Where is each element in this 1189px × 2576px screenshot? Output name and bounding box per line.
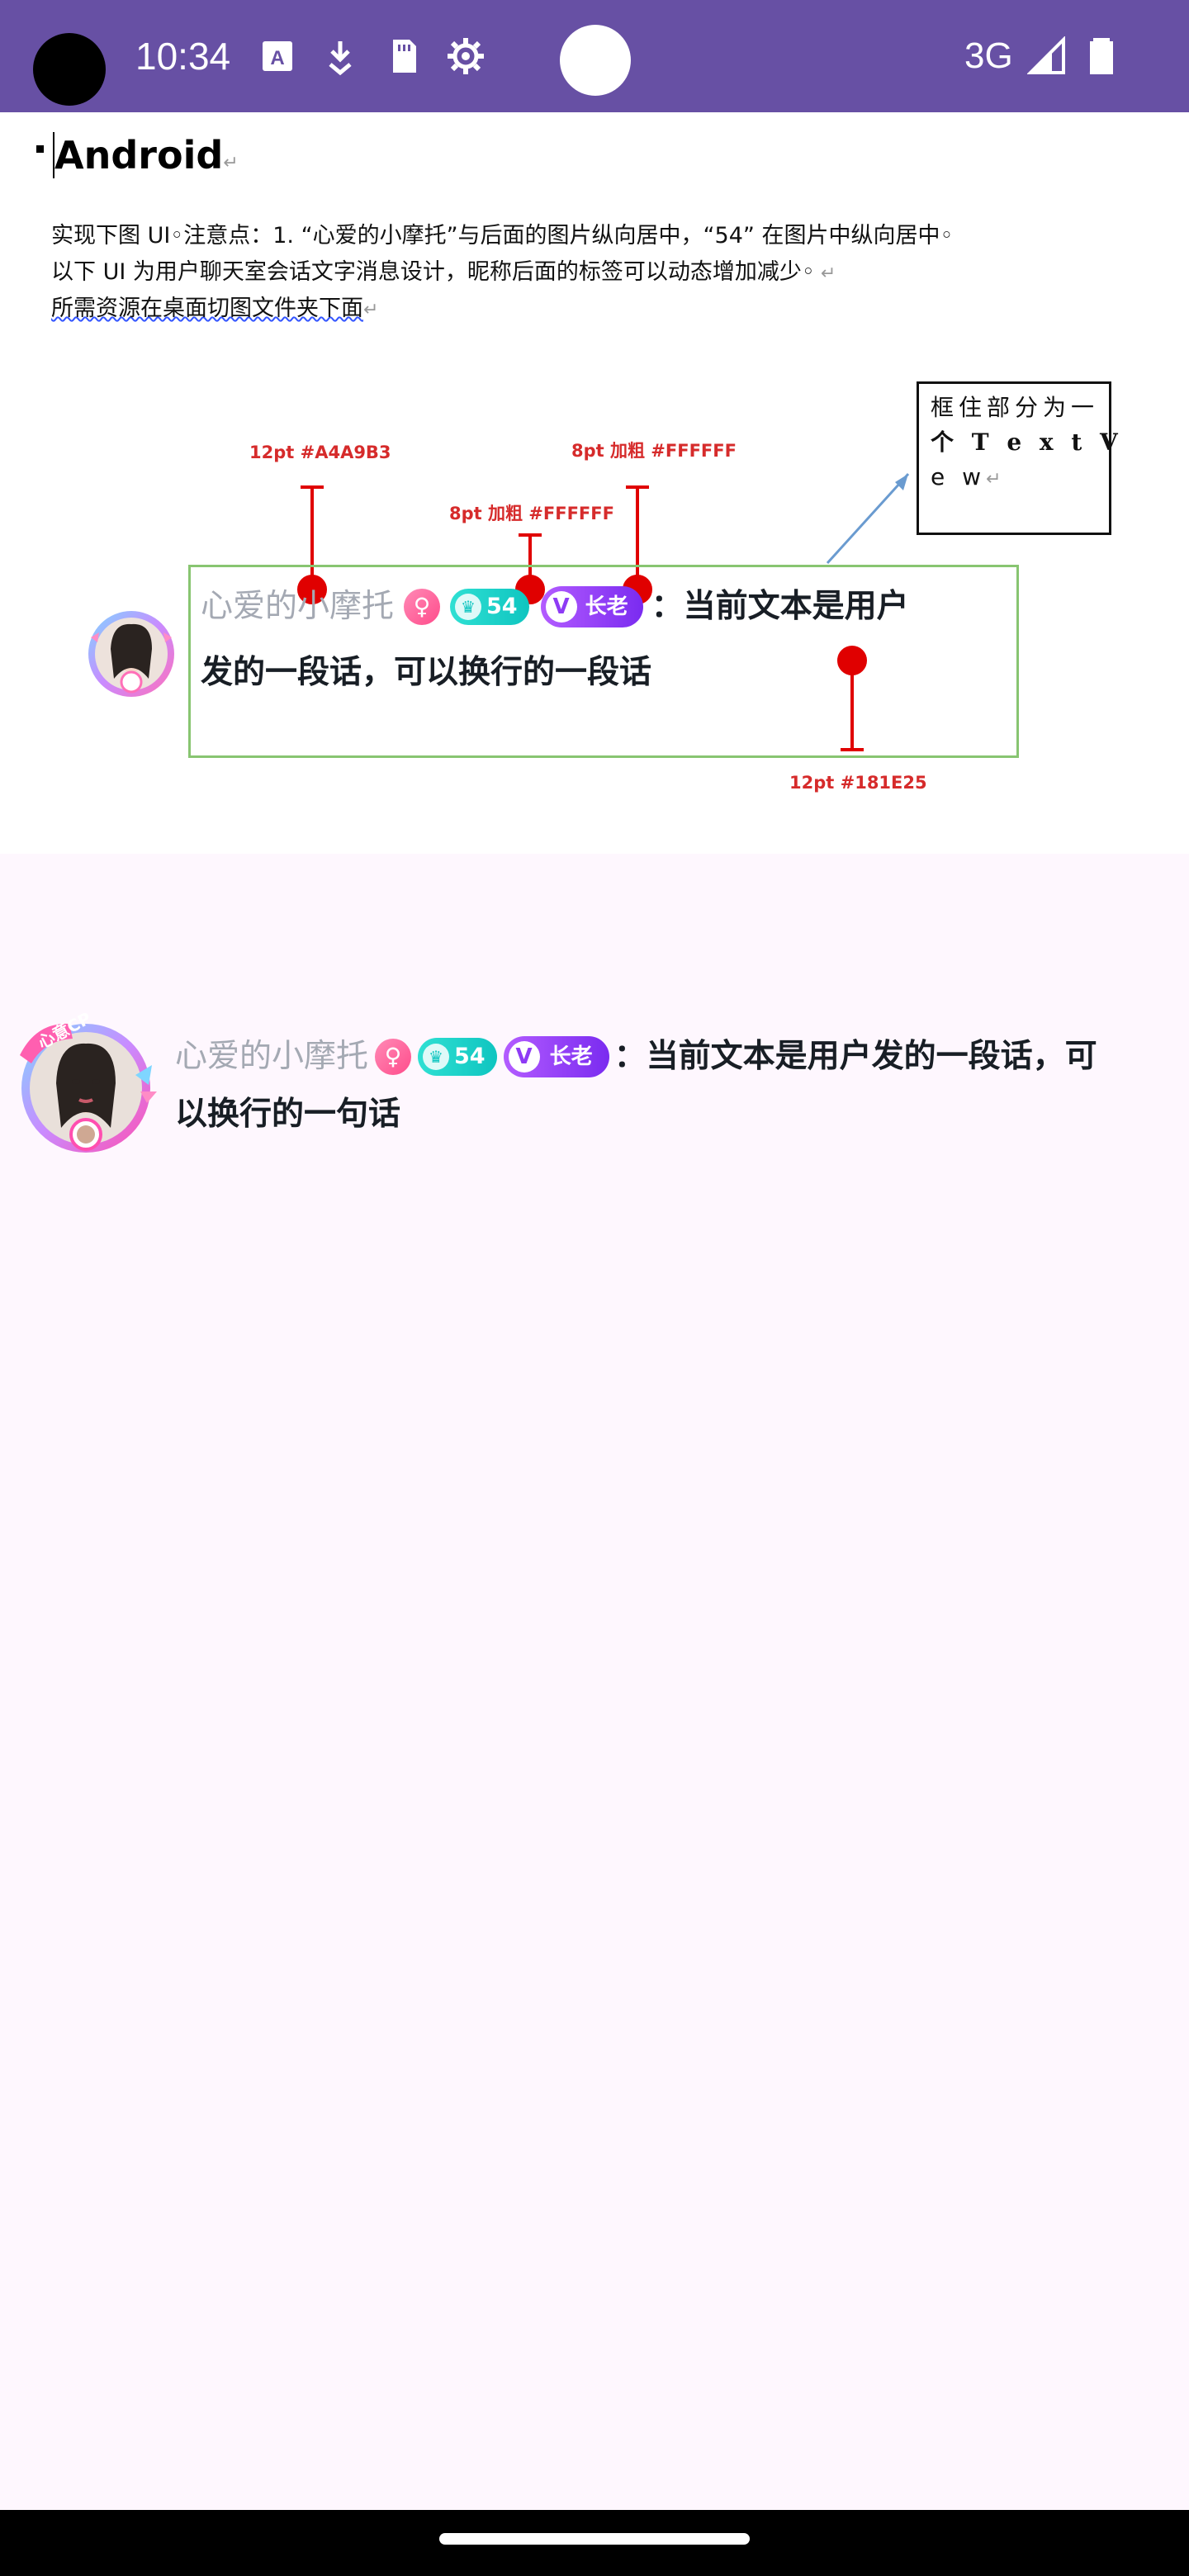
mock-message-line-2: 发的一段话，可以换行的一段话	[201, 654, 652, 691]
mock-female-gender-icon: ♀	[404, 589, 441, 625]
download-icon	[329, 41, 352, 76]
mock-role-badge: V 长老	[540, 586, 643, 627]
verified-v-icon: V	[508, 1041, 540, 1073]
chat-row-1: 心爱的小摩托 ♀ ♛ 54 V 长老 ：当前文本是用户发的一段话，可	[175, 1034, 1097, 1080]
sd-card-icon	[393, 40, 416, 73]
chat-message-line-2: 以换行的一句话	[175, 1096, 401, 1133]
battery-icon	[1090, 38, 1113, 74]
navigation-bar	[0, 2510, 1189, 2576]
home-gesture-handle[interactable]	[439, 2533, 750, 2545]
crown-icon: ♛	[423, 1044, 450, 1070]
level-badge: ♛ 54	[418, 1038, 497, 1076]
mock-level-text: 54	[486, 594, 518, 619]
center-dot	[560, 25, 631, 96]
chat-nickname[interactable]: 心爱的小摩托	[175, 1034, 368, 1080]
mock-nickname: 心爱的小摩托	[201, 588, 395, 625]
settings-gear-icon	[448, 38, 484, 74]
mock-role-text: 长老	[585, 594, 628, 619]
mock-message-line-1: ：当前文本是用户	[651, 588, 909, 625]
status-time: 10:34	[135, 35, 231, 78]
mock-row-1: 心爱的小摩托 ♀ ♛ 54 V 长老 ：当前文本是用户	[201, 584, 909, 630]
status-bar: 10:34 A 3G	[0, 0, 1189, 112]
font-a-icon: A	[263, 41, 292, 71]
chat-message-line-1: ：当前文本是用户发的一段话，可	[613, 1038, 1097, 1075]
role-text: 长老	[549, 1044, 593, 1069]
female-gender-icon: ♀	[375, 1039, 412, 1075]
signal-icon	[1027, 36, 1065, 74]
role-badge: V 长老	[503, 1036, 609, 1077]
mock-verified-v-icon: V	[545, 591, 577, 623]
level-text: 54	[454, 1044, 486, 1069]
mock-crown-icon: ♛	[455, 594, 482, 620]
network-type: 3G	[964, 36, 1013, 76]
document-image: Android↵ 实现下图 UI◦注意点：1. “心爱的小摩托”与后面的图片纵向…	[0, 112, 1189, 854]
mock-textview-box: 心爱的小摩托 ♀ ♛ 54 V 长老 ：当前文本是用户 发的一段话，可以换行的一…	[188, 565, 1019, 758]
mock-level-badge: ♛ 54	[450, 589, 529, 625]
svg-text:A: A	[270, 47, 284, 69]
camera-cutout	[33, 33, 106, 106]
mock-avatar	[88, 611, 174, 697]
user-avatar[interactable]: 心意CP	[12, 1006, 160, 1163]
